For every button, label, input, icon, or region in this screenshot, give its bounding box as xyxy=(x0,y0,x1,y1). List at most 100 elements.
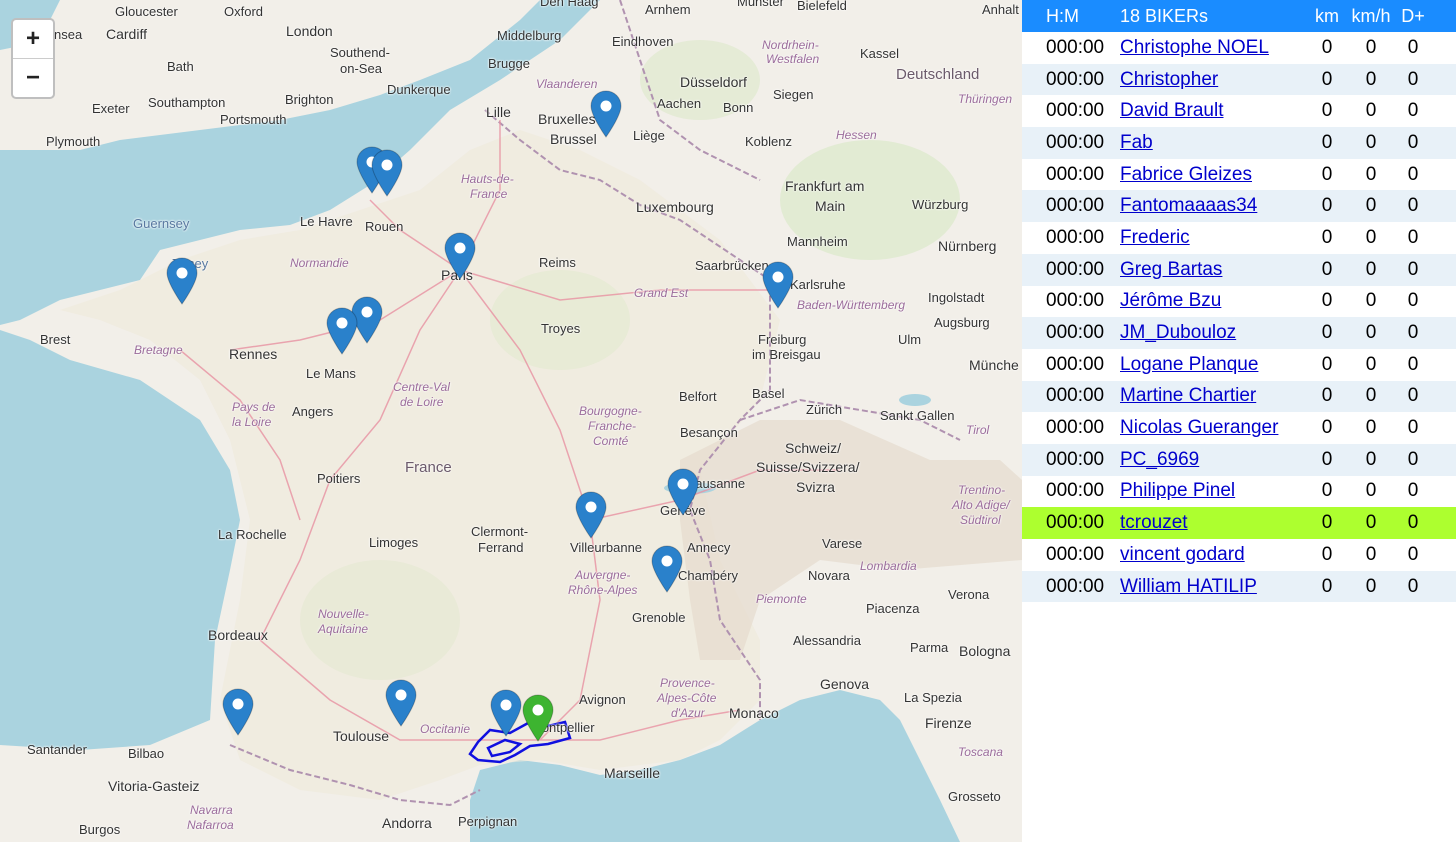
biker-link[interactable]: Fantomaaaas34 xyxy=(1120,195,1257,216)
zoom-out-button[interactable]: − xyxy=(13,59,53,97)
row-time: 000:00 xyxy=(1046,543,1105,565)
map-label: im Breisgau xyxy=(752,347,821,362)
map-label: Varese xyxy=(822,536,863,551)
biker-link[interactable]: David Brault xyxy=(1120,100,1224,121)
header-dplus: D+ xyxy=(1401,5,1425,26)
row-time: 000:00 xyxy=(1046,353,1105,375)
row-kmh: 0 xyxy=(1365,448,1377,470)
map-label: Bologna xyxy=(959,643,1011,659)
row-dplus: 0 xyxy=(1407,36,1419,58)
map-label: Alessandria xyxy=(793,633,861,648)
row-kmh: 0 xyxy=(1365,290,1377,312)
biker-link[interactable]: William HATILIP xyxy=(1120,576,1257,597)
map-label: Frankfurt am xyxy=(785,178,865,194)
map-pin-icon[interactable] xyxy=(489,689,523,737)
row-kmh: 0 xyxy=(1365,36,1377,58)
map-pin-icon[interactable] xyxy=(521,694,555,742)
map-label: Bath xyxy=(167,59,194,74)
map-label: Guernsey xyxy=(133,216,190,231)
row-name-cell: Philippe Pinel xyxy=(1120,480,1310,502)
map-label: Baden-Württemberg xyxy=(797,298,906,312)
map-label: Verona xyxy=(948,587,990,602)
map-label: Brighton xyxy=(285,92,334,107)
map-label: Bielefeld xyxy=(797,0,847,13)
map-label: Clermont- xyxy=(471,524,529,539)
map-label: Troyes xyxy=(541,321,581,336)
map-pin-icon[interactable] xyxy=(666,468,700,516)
biker-link[interactable]: JM_Dubouloz xyxy=(1120,322,1236,343)
row-name-cell: Logane Planque xyxy=(1120,354,1310,376)
biker-link[interactable]: Jérôme Bzu xyxy=(1120,290,1221,311)
map-view[interactable]: Gloucester Oxford Den Haag Arnhem Münster Bie… xyxy=(0,0,1022,842)
biker-link[interactable]: PC_6969 xyxy=(1120,449,1199,470)
map-label: Exeter xyxy=(92,101,130,116)
map-pin-icon[interactable] xyxy=(325,307,359,355)
row-name-cell: David Brault xyxy=(1120,100,1310,122)
row-name-cell: Christophe NOEL xyxy=(1120,37,1310,59)
map-pin-icon[interactable] xyxy=(165,257,199,305)
map-label: Hessen xyxy=(836,128,877,142)
row-dplus: 0 xyxy=(1407,322,1419,344)
biker-link[interactable]: Philippe Pinel xyxy=(1120,480,1235,501)
biker-link[interactable]: vincent godard xyxy=(1120,544,1245,565)
map-pin-icon[interactable] xyxy=(384,679,418,727)
map-pin-icon[interactable] xyxy=(589,90,623,138)
table-row: 000:00 Philippe Pinel 0 0 0 xyxy=(1022,476,1456,508)
map-label: Nouvelle- xyxy=(318,607,369,621)
row-kmh: 0 xyxy=(1365,226,1377,248)
map-label: Belfort xyxy=(679,389,717,404)
map-pin-icon[interactable] xyxy=(221,688,255,736)
map-label: Southampton xyxy=(148,95,226,110)
table-row: 000:00 PC_6969 0 0 0 xyxy=(1022,443,1456,476)
biker-link[interactable]: tcrouzet xyxy=(1120,512,1188,533)
map-label: Suisse/Svizzera/ xyxy=(756,459,860,475)
row-km: 0 xyxy=(1321,575,1333,597)
map-pin-icon[interactable] xyxy=(370,149,404,197)
map-pin-icon[interactable] xyxy=(650,545,684,593)
row-dplus: 0 xyxy=(1407,480,1419,502)
map-label: Limoges xyxy=(369,535,419,550)
row-time: 000:00 xyxy=(1046,258,1105,280)
row-kmh: 0 xyxy=(1365,353,1377,375)
map-label: Avignon xyxy=(579,692,626,707)
row-time: 000:00 xyxy=(1046,163,1105,185)
biker-link[interactable]: Frederic xyxy=(1120,227,1190,248)
map-pin-icon[interactable] xyxy=(574,491,608,539)
row-kmh: 0 xyxy=(1365,322,1377,344)
map-label: Provence- xyxy=(660,676,715,690)
biker-link[interactable]: Logane Planque xyxy=(1120,354,1258,375)
map-label: d'Azur xyxy=(671,706,705,720)
biker-link[interactable]: Christopher xyxy=(1120,69,1218,90)
biker-link[interactable]: Fabrice Gleizes xyxy=(1120,164,1252,185)
biker-link[interactable]: Nicolas Gueranger xyxy=(1120,417,1278,438)
map-pin-icon[interactable] xyxy=(443,232,477,280)
row-kmh: 0 xyxy=(1365,68,1377,90)
map-label: Chambéry xyxy=(678,568,738,583)
row-name-cell: Fantomaaaas34 xyxy=(1120,195,1310,217)
row-time: 000:00 xyxy=(1046,480,1105,502)
map-label: Monaco xyxy=(729,705,779,721)
map-label: Ferrand xyxy=(478,540,524,555)
map-label: Den Haag xyxy=(540,0,599,9)
row-km: 0 xyxy=(1321,417,1333,439)
map-label: Poitiers xyxy=(317,471,361,486)
row-dplus: 0 xyxy=(1407,448,1419,470)
biker-link[interactable]: Fab xyxy=(1120,132,1153,153)
map-label: Annecy xyxy=(687,540,731,555)
map-label: Normandie xyxy=(290,256,349,270)
biker-link[interactable]: Christophe NOEL xyxy=(1120,37,1269,58)
map-label: Portsmouth xyxy=(220,112,287,127)
biker-link[interactable]: Greg Bartas xyxy=(1120,259,1222,280)
row-km: 0 xyxy=(1321,68,1333,90)
map-label: Occitanie xyxy=(420,722,471,736)
zoom-in-button[interactable]: + xyxy=(13,20,53,59)
map-label: Alpes-Côte xyxy=(657,691,717,705)
map-label: Saarbrücken xyxy=(695,258,769,273)
row-km: 0 xyxy=(1321,480,1333,502)
map-label: Koblenz xyxy=(745,134,792,149)
row-km: 0 xyxy=(1321,322,1333,344)
biker-link[interactable]: Martine Chartier xyxy=(1120,385,1256,406)
row-kmh: 0 xyxy=(1365,417,1377,439)
map-pin-icon[interactable] xyxy=(761,261,795,309)
header-bikers: 18 BIKERs xyxy=(1120,5,1209,26)
